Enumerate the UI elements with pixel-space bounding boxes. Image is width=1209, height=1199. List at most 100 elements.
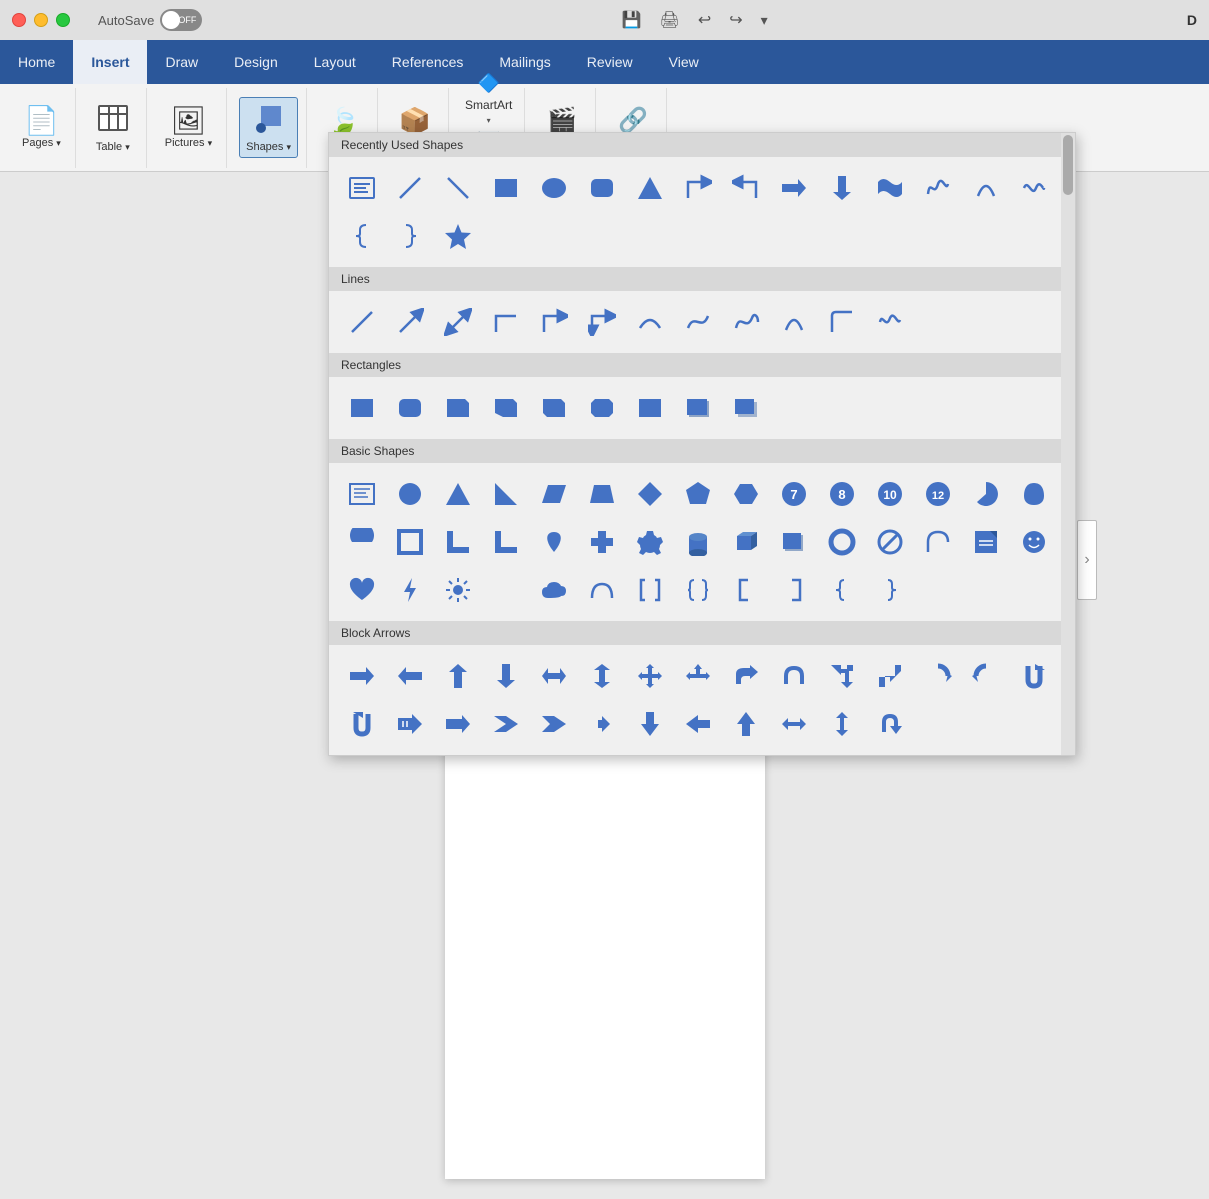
save-icon[interactable]: 💾 [622,10,642,30]
tab-insert[interactable]: Insert [73,40,147,84]
close-button[interactable] [12,13,26,27]
arrow-stripes[interactable] [387,701,433,747]
basic-crescent[interactable] [483,567,529,613]
basic-arc2[interactable] [915,519,961,565]
shape-left-brace[interactable] [339,213,385,259]
arrow-u-return[interactable] [1011,653,1057,699]
arrow-move-h[interactable] [771,701,817,747]
rect-rounded[interactable] [387,385,433,431]
shape-rounded-rect[interactable] [579,165,625,211]
redo-icon[interactable]: ↪ [729,10,742,30]
line-s-curve[interactable] [675,299,721,345]
shape-star5[interactable] [435,213,481,259]
tab-review[interactable]: Review [569,40,651,84]
shape-line-diag2[interactable] [435,165,481,211]
shape-down-arrow[interactable] [819,165,865,211]
arrow-down[interactable] [483,653,529,699]
rect-snip-same[interactable] [483,385,529,431]
basic-heart[interactable] [339,567,385,613]
arrow-up-right[interactable] [867,653,913,699]
line-curve[interactable] [627,299,673,345]
basic-bracket-r[interactable] [771,567,817,613]
basic-sun[interactable] [435,567,481,613]
basic-parallelogram[interactable] [531,471,577,517]
shape-squiggle2[interactable] [1011,165,1057,211]
line-scribble[interactable] [867,299,913,345]
basic-bracket-l[interactable] [723,567,769,613]
shape-squiggle1[interactable] [915,165,961,211]
shape-wave[interactable] [867,165,913,211]
tab-draw[interactable]: Draw [147,40,216,84]
arrow-fat-right[interactable] [435,701,481,747]
basic-teardrop[interactable] [1011,471,1057,517]
line-elbow[interactable] [483,299,529,345]
arrow-chevron[interactable] [483,701,529,747]
basic-frame[interactable] [387,519,433,565]
arrow-split[interactable] [579,701,625,747]
arrow-left-right[interactable] [531,653,577,699]
basic-shadow-rect[interactable] [771,519,817,565]
shape-oval[interactable] [531,165,577,211]
arrow-bent-right[interactable] [723,653,769,699]
shape-triangle[interactable] [627,165,673,211]
basic-diamond[interactable] [627,471,673,517]
basic-hexagon[interactable] [723,471,769,517]
basic-cloud[interactable] [531,567,577,613]
basic-chord[interactable] [339,519,385,565]
basic-right-triangle[interactable] [483,471,529,517]
basic-num7[interactable]: 7 [771,471,817,517]
arrow-diagonal-up[interactable] [819,653,865,699]
arrow-push-left[interactable] [675,701,721,747]
line-straight[interactable] [339,299,385,345]
arrow-push-up[interactable] [723,701,769,747]
maximize-button[interactable] [56,13,70,27]
arrow-left-right-up[interactable] [675,653,721,699]
line-diagonal[interactable] [387,299,433,345]
arrow-four-way[interactable] [627,653,673,699]
shape-arc[interactable] [963,165,1009,211]
basic-lightning[interactable] [387,567,433,613]
basic-bracket-sq[interactable] [627,567,673,613]
rect-plain[interactable] [339,385,385,431]
arrow-up[interactable] [435,653,481,699]
arrow-right[interactable] [339,653,385,699]
basic-smiley[interactable] [1011,519,1057,565]
shapes-button[interactable]: Shapes ▾ [239,97,298,158]
line-arc[interactable] [771,299,817,345]
basic-pentagon[interactable] [675,471,721,517]
arrow-u-turn[interactable] [771,653,817,699]
arrow-circ-r[interactable] [915,653,961,699]
basic-plus[interactable] [579,519,625,565]
basic-brace-l[interactable] [819,567,865,613]
shape-line-diag1[interactable] [387,165,433,211]
shape-right-arrow[interactable] [771,165,817,211]
tab-home[interactable]: Home [0,40,73,84]
basic-arc3[interactable] [579,567,625,613]
line-elbow3[interactable] [579,299,625,345]
rect-solid[interactable] [627,385,673,431]
basic-ring[interactable] [819,519,865,565]
rect-snip-single[interactable] [435,385,481,431]
undo-icon[interactable]: ↩ [698,10,711,30]
basic-cylinder[interactable] [675,519,721,565]
basic-num8[interactable]: 8 [819,471,865,517]
rect-shadow1[interactable] [675,385,721,431]
line-partial-rect[interactable] [819,299,865,345]
shape-elbow1[interactable] [675,165,721,211]
arrow-up-down[interactable] [579,653,625,699]
line-curve2[interactable] [723,299,769,345]
print-icon[interactable]: 🖨 [660,10,680,30]
arrow-u-return2[interactable] [339,701,385,747]
basic-note[interactable] [963,519,1009,565]
basic-num10[interactable]: 10 [867,471,913,517]
tab-view[interactable]: View [651,40,717,84]
shape-rectangle[interactable] [483,165,529,211]
rect-snip-diag[interactable] [531,385,577,431]
scrollbar-thumb[interactable] [1063,135,1073,195]
shape-elbow2[interactable] [723,165,769,211]
shape-right-brace[interactable] [387,213,433,259]
basic-leaf[interactable] [531,519,577,565]
table-button[interactable]: Table ▾ [88,98,138,157]
basic-brace-sq[interactable] [675,567,721,613]
shape-textbox[interactable] [339,165,385,211]
